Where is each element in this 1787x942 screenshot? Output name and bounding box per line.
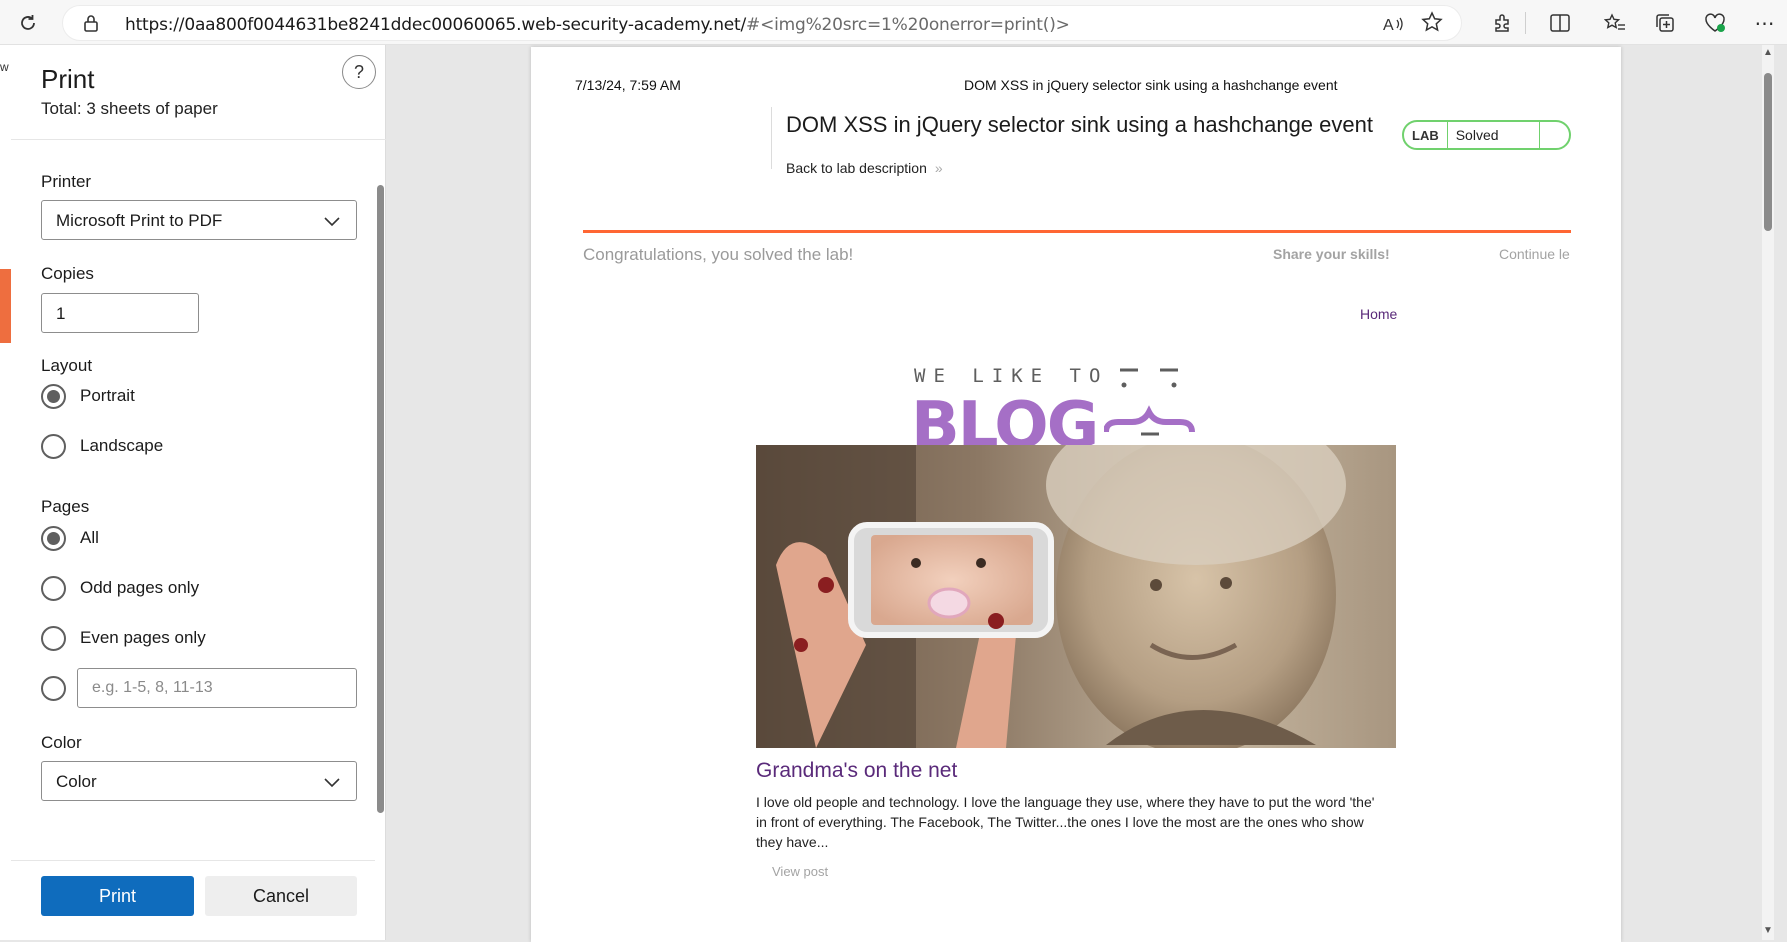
logo-tagline: WE LIKE TO [914, 365, 1109, 387]
lab-title: DOM XSS in jQuery selector sink using a … [786, 112, 1373, 137]
congrats-message: Congratulations, you solved the lab! [583, 245, 854, 264]
continue-text: Continue le [1499, 246, 1570, 262]
double-chevron-icon: » [934, 160, 943, 176]
badge-status: Solved [1448, 122, 1540, 148]
divider [771, 107, 772, 169]
post-image [756, 445, 1396, 748]
collections-icon[interactable] [1650, 8, 1680, 38]
background-orange-block [0, 269, 11, 343]
layout-portrait-option[interactable]: Portrait [41, 383, 135, 409]
split-screen-icon[interactable] [1545, 8, 1575, 38]
read-aloud-icon[interactable]: A [1383, 14, 1405, 39]
post-title: Grandma's on the net [756, 759, 958, 782]
browser-toolbar: https://0aa800f0044631be8241ddec00060065… [0, 0, 1787, 45]
radio-all[interactable] [41, 525, 66, 551]
refresh-icon[interactable] [13, 8, 43, 38]
radio-label: All [80, 528, 99, 547]
badge-lab-label: LAB [1404, 122, 1448, 148]
color-select[interactable]: Color [41, 761, 357, 801]
printer-select[interactable]: Microsoft Print to PDF [41, 200, 357, 240]
radio-landscape[interactable] [41, 433, 66, 459]
chevron-down-icon [324, 775, 340, 793]
page-header-date: 7/13/24, 7:59 AM [575, 77, 681, 93]
print-button[interactable]: Print [41, 876, 194, 916]
more-icon[interactable]: ⋯ [1750, 8, 1780, 38]
radio-label: Odd pages only [80, 578, 200, 597]
print-dialog-panel: Print Total: 3 sheets of paper ? Printer… [11, 45, 386, 940]
extensions-icon[interactable] [1487, 8, 1517, 38]
toolbar-divider [1525, 12, 1526, 34]
help-icon[interactable]: ? [342, 55, 376, 89]
solved-banner-line [583, 230, 1571, 233]
pages-custom-option[interactable] [41, 675, 66, 701]
scroll-down-arrow-icon[interactable]: ▼ [1763, 925, 1773, 936]
divider [11, 139, 386, 140]
radio-portrait[interactable] [41, 383, 66, 409]
pages-odd-option[interactable]: Odd pages only [41, 575, 199, 601]
copies-input[interactable]: 1 [41, 293, 199, 333]
page-range-input[interactable]: e.g. 1-5, 8, 11-13 [77, 668, 357, 708]
pages-all-option[interactable]: All [41, 525, 99, 551]
pages-even-option[interactable]: Even pages only [41, 625, 206, 651]
back-to-lab-link: Back to lab description » [786, 160, 943, 176]
favorite-star-icon[interactable] [1421, 11, 1443, 39]
face-glyph-icon [1104, 368, 1195, 436]
scroll-up-arrow-icon[interactable]: ▲ [1763, 47, 1773, 58]
color-label: Color [41, 733, 82, 752]
printer-value: Microsoft Print to PDF [56, 211, 223, 230]
radio-label: Landscape [80, 436, 164, 455]
pages-label: Pages [41, 497, 90, 516]
scrollbar-thumb[interactable] [1764, 73, 1772, 231]
favorites-icon[interactable] [1600, 8, 1630, 38]
panel-scrollbar[interactable] [375, 140, 385, 940]
blog-logo: WE LIKE TO BLOG [911, 361, 1244, 463]
lab-status-badge: LAB Solved [1402, 120, 1571, 150]
svg-text:A: A [1383, 17, 1394, 34]
printer-label: Printer [41, 172, 92, 191]
print-preview-area: 7/13/24, 7:59 AM DOM XSS in jQuery selec… [387, 45, 1774, 942]
scrollbar-thumb[interactable] [377, 185, 384, 813]
radio-custom[interactable] [41, 675, 66, 701]
back-link-text: Back to lab description [786, 160, 927, 176]
radio-label: Portrait [80, 386, 135, 405]
color-value: Color [56, 772, 97, 791]
print-total-sheets: Total: 3 sheets of paper [41, 99, 218, 118]
share-skills-text: Share your skills! [1273, 246, 1390, 262]
copies-label: Copies [41, 264, 94, 283]
address-bar[interactable]: https://0aa800f0044631be8241ddec00060065… [62, 5, 1462, 41]
radio-even[interactable] [41, 625, 66, 651]
layout-label: Layout [41, 356, 93, 375]
radio-label: Even pages only [80, 628, 206, 647]
chevron-down-icon [324, 214, 340, 232]
url-text[interactable]: https://0aa800f0044631be8241ddec00060065… [125, 15, 1070, 35]
page-header-title: DOM XSS in jQuery selector sink using a … [964, 77, 1338, 93]
post-excerpt: I love old people and technology. I love… [756, 794, 1375, 850]
preview-page: 7/13/24, 7:59 AM DOM XSS in jQuery selec… [531, 47, 1621, 942]
background-page-strip: w [0, 45, 11, 940]
preview-scrollbar[interactable]: ▲ ▼ [1762, 45, 1774, 940]
radio-odd[interactable] [41, 575, 66, 601]
layout-landscape-option[interactable]: Landscape [41, 433, 163, 459]
view-post-link: View post [772, 864, 829, 879]
browser-essentials-icon[interactable] [1700, 8, 1730, 38]
print-dialog-footer: Print Cancel [11, 860, 375, 940]
background-text: w [0, 60, 9, 74]
cancel-button[interactable]: Cancel [205, 876, 357, 916]
home-link: Home [1360, 306, 1398, 322]
print-title: Print [41, 64, 95, 94]
lock-icon[interactable] [83, 14, 99, 37]
